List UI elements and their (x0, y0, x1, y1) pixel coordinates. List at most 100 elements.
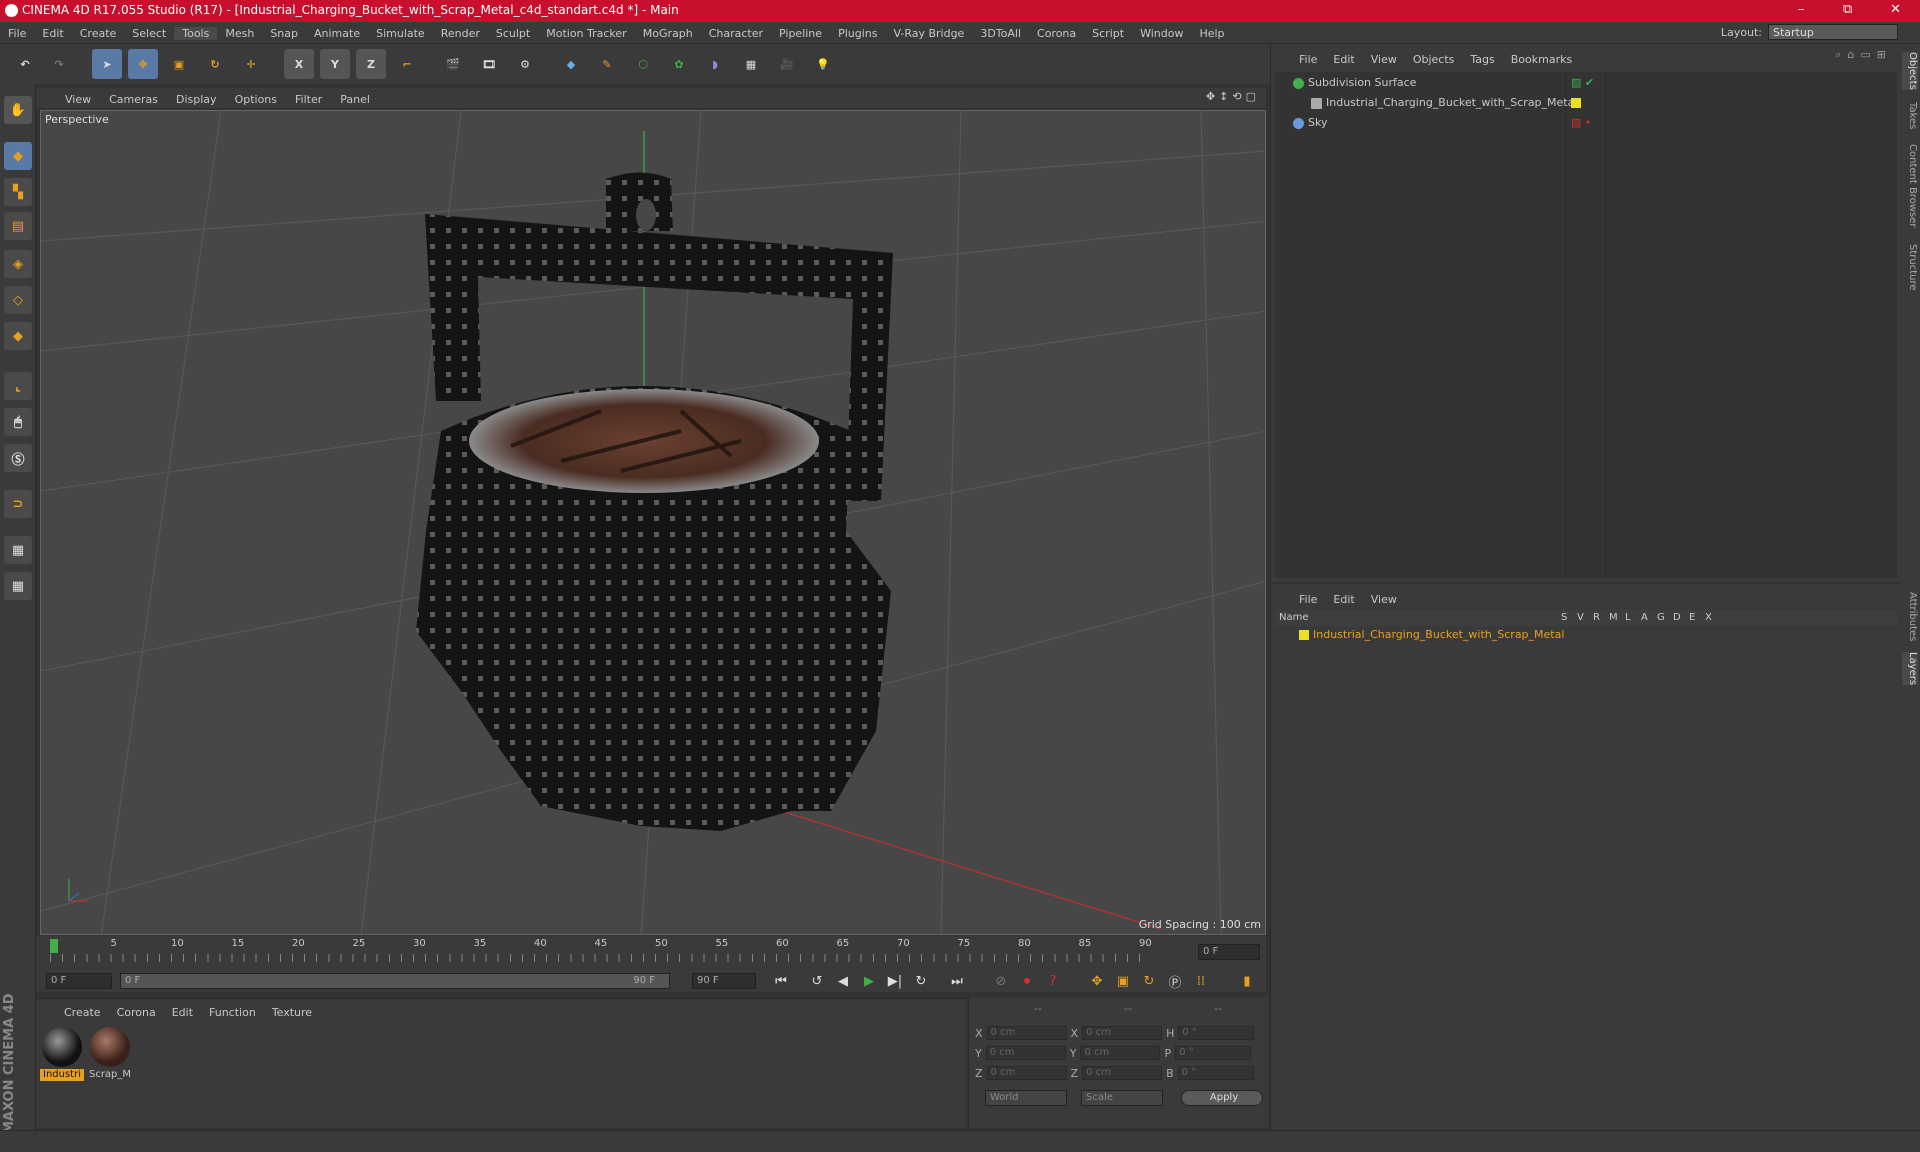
material-menu-function[interactable]: Function (201, 1006, 264, 1019)
layer-color-swatch[interactable] (1299, 630, 1309, 640)
menu-select[interactable]: Select (124, 27, 174, 40)
cube-icon[interactable]: ◆ (556, 49, 586, 79)
menu-3dtoall[interactable]: 3DToAll (972, 27, 1029, 40)
layer-color-swatch[interactable] (1571, 98, 1581, 108)
material-menu-edit[interactable]: Edit (164, 1006, 201, 1019)
light-icon[interactable]: 💡 (808, 49, 838, 79)
menu-plugins[interactable]: Plugins (830, 27, 885, 40)
goto-end-icon[interactable]: ⏭ (946, 970, 968, 992)
size-y-field[interactable]: 0 cm (1080, 1046, 1161, 1060)
prev-frame-icon[interactable]: ◀ (832, 970, 854, 992)
object-row-subdivision[interactable]: Subdivision Surface ▨ ✔ (1275, 74, 1897, 92)
menu-simulate[interactable]: Simulate (368, 27, 433, 40)
close-button[interactable]: ✕ (1890, 2, 1901, 17)
object-menu-objects[interactable]: Objects (1405, 53, 1463, 66)
axis-mode-icon[interactable]: ⌞ (4, 372, 32, 400)
key-param-icon[interactable]: Ⓟ (1164, 970, 1186, 992)
layer-row[interactable]: Industrial_Charging_Bucket_with_Scrap_Me… (1275, 626, 1897, 644)
coordinate-system-icon[interactable]: ⌐ (392, 49, 422, 79)
render-picture-viewer-icon[interactable]: 🎞 (474, 49, 504, 79)
menu-pipeline[interactable]: Pipeline (771, 27, 830, 40)
current-frame-field[interactable]: 0 F (1198, 944, 1260, 960)
layer-menu-view[interactable]: View (1363, 593, 1405, 606)
layer-menu-edit[interactable]: Edit (1325, 593, 1362, 606)
viewport-nav-icons[interactable]: ✥↕⟲▢ (1206, 90, 1260, 103)
tab-structure[interactable]: Structure (1902, 244, 1918, 291)
minimize-button[interactable]: – (1798, 2, 1805, 17)
layout-dropdown[interactable]: Startup (1768, 24, 1898, 40)
size-z-field[interactable]: 0 cm (1082, 1066, 1163, 1080)
menu-help[interactable]: Help (1191, 27, 1232, 40)
tab-layers[interactable]: Layers (1902, 652, 1918, 686)
rotation-p-field[interactable]: 0 ° (1175, 1046, 1252, 1060)
object-row-bucket[interactable]: Industrial_Charging_Bucket_with_Scrap_Me… (1275, 94, 1897, 112)
select-tool-icon[interactable]: ➤ (92, 49, 122, 79)
material-menu-corona[interactable]: Corona (109, 1006, 164, 1019)
transform-tool-icon[interactable]: ✛ (236, 49, 266, 79)
layer-column-name[interactable]: Name (1279, 612, 1309, 623)
tab-attributes[interactable]: Attributes (1902, 592, 1918, 641)
rotate-tool-icon[interactable]: ↻ (200, 49, 230, 79)
menu-create[interactable]: Create (72, 27, 125, 40)
layer-menu-file[interactable]: File (1291, 593, 1325, 606)
menu-window[interactable]: Window (1132, 27, 1191, 40)
key-position-icon[interactable]: ✥ (1086, 970, 1108, 992)
apply-button[interactable]: Apply (1181, 1090, 1263, 1106)
menu-character[interactable]: Character (701, 27, 771, 40)
menu-render[interactable]: Render (433, 27, 488, 40)
layer-column-s[interactable]: S (1561, 612, 1567, 623)
locked-workplane-icon[interactable]: ▦ (4, 536, 32, 564)
menu-v-ray-bridge[interactable]: V-Ray Bridge (885, 27, 972, 40)
3d-viewport[interactable]: Perspective Grid Spacing : 100 cm (40, 110, 1266, 935)
position-z-field[interactable]: 0 cm (986, 1066, 1067, 1080)
tab-content-browser[interactable]: Content Browser (1902, 144, 1918, 227)
render-view-icon[interactable]: 🎬 (438, 49, 468, 79)
keyframe-icon[interactable]: ⊘ (990, 970, 1012, 992)
menu-snap[interactable]: Snap (262, 27, 306, 40)
tab-objects[interactable]: Objects (1902, 52, 1918, 90)
make-editable-icon[interactable]: ✋ (4, 96, 32, 124)
viewport-menu-display[interactable]: Display (167, 93, 226, 106)
points-mode-icon[interactable]: ◈ (4, 250, 32, 278)
material-menu-create[interactable]: Create (56, 1006, 109, 1019)
menu-mograph[interactable]: MoGraph (635, 27, 701, 40)
subdivision-icon[interactable]: ⬡ (628, 49, 658, 79)
start-frame-field[interactable]: 0 F (46, 973, 112, 989)
viewport-menu-filter[interactable]: Filter (286, 93, 331, 106)
record-icon[interactable]: ⏺ (1016, 970, 1038, 992)
timeline-ruler[interactable]: 051015202530354045505560657075808590 0 F (36, 936, 1266, 970)
model-mode-icon[interactable]: ◆ (4, 142, 32, 170)
layer-column-r[interactable]: R (1593, 612, 1600, 623)
menu-script[interactable]: Script (1084, 27, 1132, 40)
timeline-window-icon[interactable]: ▮ (1236, 970, 1258, 992)
undo-icon[interactable]: ↶ (10, 49, 40, 79)
menu-sculpt[interactable]: Sculpt (488, 27, 538, 40)
frame-range-slider[interactable]: 0 F 90 F (120, 973, 670, 989)
object-row-sky[interactable]: Sky ▨ • (1275, 114, 1897, 132)
layer-column-a[interactable]: A (1641, 612, 1648, 623)
playhead[interactable] (50, 939, 58, 953)
layer-column-x[interactable]: X (1705, 612, 1712, 623)
array-icon[interactable]: ✿ (664, 49, 694, 79)
key-scale-icon[interactable]: ▣ (1112, 970, 1134, 992)
scale-dropdown[interactable]: Scale (1081, 1090, 1163, 1106)
floor-icon[interactable]: ▦ (736, 49, 766, 79)
goto-start-icon[interactable]: ⏮ (770, 970, 792, 992)
magnet-icon[interactable]: ⊃ (4, 490, 32, 518)
axis-x-button[interactable]: X (284, 49, 314, 79)
axis-z-button[interactable]: Z (356, 49, 386, 79)
tweak-mode-icon[interactable]: 🖱 (4, 408, 32, 436)
material-menu-texture[interactable]: Texture (264, 1006, 320, 1019)
object-manager-icons[interactable]: ⌕⌂▭⊞ (1835, 48, 1892, 62)
layer-column-e[interactable]: E (1689, 612, 1695, 623)
deformer-icon[interactable]: ◗ (700, 49, 730, 79)
texture-mode-icon[interactable]: ▚ (4, 178, 32, 206)
layer-column-l[interactable]: L (1625, 612, 1631, 623)
position-y-field[interactable]: 0 cm (985, 1046, 1066, 1060)
check-icon[interactable]: ▨ ✔ (1571, 74, 1594, 92)
polygons-mode-icon[interactable]: ◆ (4, 322, 32, 350)
viewport-menu-options[interactable]: Options (226, 93, 286, 106)
object-menu-file[interactable]: File (1291, 53, 1325, 66)
size-x-field[interactable]: 0 cm (1082, 1026, 1163, 1040)
axis-y-button[interactable]: Y (320, 49, 350, 79)
